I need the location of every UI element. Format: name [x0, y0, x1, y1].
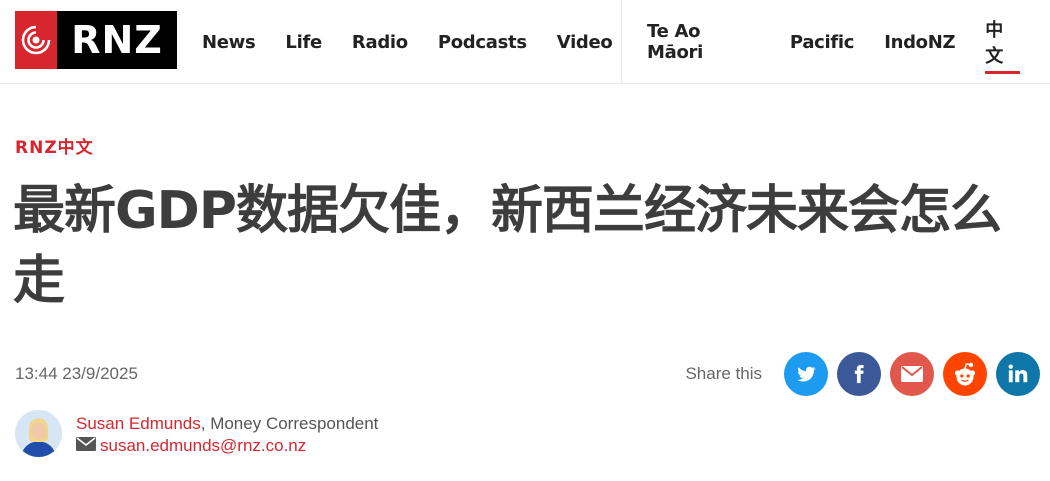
- author-role: , Money Correspondent: [200, 414, 379, 433]
- nav-te-ao-maori[interactable]: Te Ao Māori: [647, 21, 760, 63]
- nav-podcasts[interactable]: Podcasts: [438, 32, 527, 53]
- radio-waves-icon: [15, 11, 57, 69]
- email-icon: [901, 366, 923, 382]
- language-nav: Te Ao Māori Pacific IndoNZ 中文: [647, 0, 1050, 84]
- share-twitter-button[interactable]: [784, 352, 828, 396]
- share-facebook-button[interactable]: [837, 352, 881, 396]
- share-label: Share this: [685, 364, 762, 383]
- logo-text: RNZ: [57, 11, 177, 69]
- section-label[interactable]: RNZ中文: [15, 133, 94, 158]
- nav-video[interactable]: Video: [557, 32, 613, 53]
- share-linkedin-button[interactable]: [996, 352, 1040, 396]
- share-reddit-button[interactable]: [943, 352, 987, 396]
- share-email-button[interactable]: [890, 352, 934, 396]
- share-bar: Share this: [685, 352, 1040, 396]
- nav-pacific[interactable]: Pacific: [790, 32, 855, 53]
- author-byline: Susan Edmunds, Money Correspondent susan…: [15, 410, 378, 457]
- nav-chinese[interactable]: 中文: [985, 16, 1020, 74]
- rnz-logo[interactable]: RNZ: [15, 11, 177, 69]
- reddit-icon: [954, 362, 976, 386]
- author-email-link[interactable]: susan.edmunds@rnz.co.nz: [100, 436, 306, 456]
- author-name-link[interactable]: Susan Edmunds: [76, 414, 201, 433]
- twitter-icon: [797, 366, 816, 382]
- author-line: Susan Edmunds, Money Correspondent: [76, 414, 378, 434]
- nav-life[interactable]: Life: [285, 32, 322, 53]
- nav-indonz[interactable]: IndoNZ: [884, 32, 955, 53]
- site-header: RNZ News Life Radio Podcasts Video Te Ao…: [0, 0, 1050, 84]
- envelope-icon: [76, 436, 96, 456]
- nav-news[interactable]: News: [202, 32, 256, 53]
- author-avatar: [15, 410, 62, 457]
- article-timestamp: 13:44 23/9/2025: [15, 364, 138, 383]
- nav-divider: [621, 0, 622, 84]
- nav-radio[interactable]: Radio: [352, 32, 408, 53]
- facebook-icon: [854, 365, 864, 384]
- article-headline: 最新GDP数据欠佳，新西兰经济未来会怎么走: [13, 181, 1002, 311]
- linkedin-icon: [1008, 364, 1028, 383]
- main-nav: News Life Radio Podcasts Video: [202, 0, 643, 84]
